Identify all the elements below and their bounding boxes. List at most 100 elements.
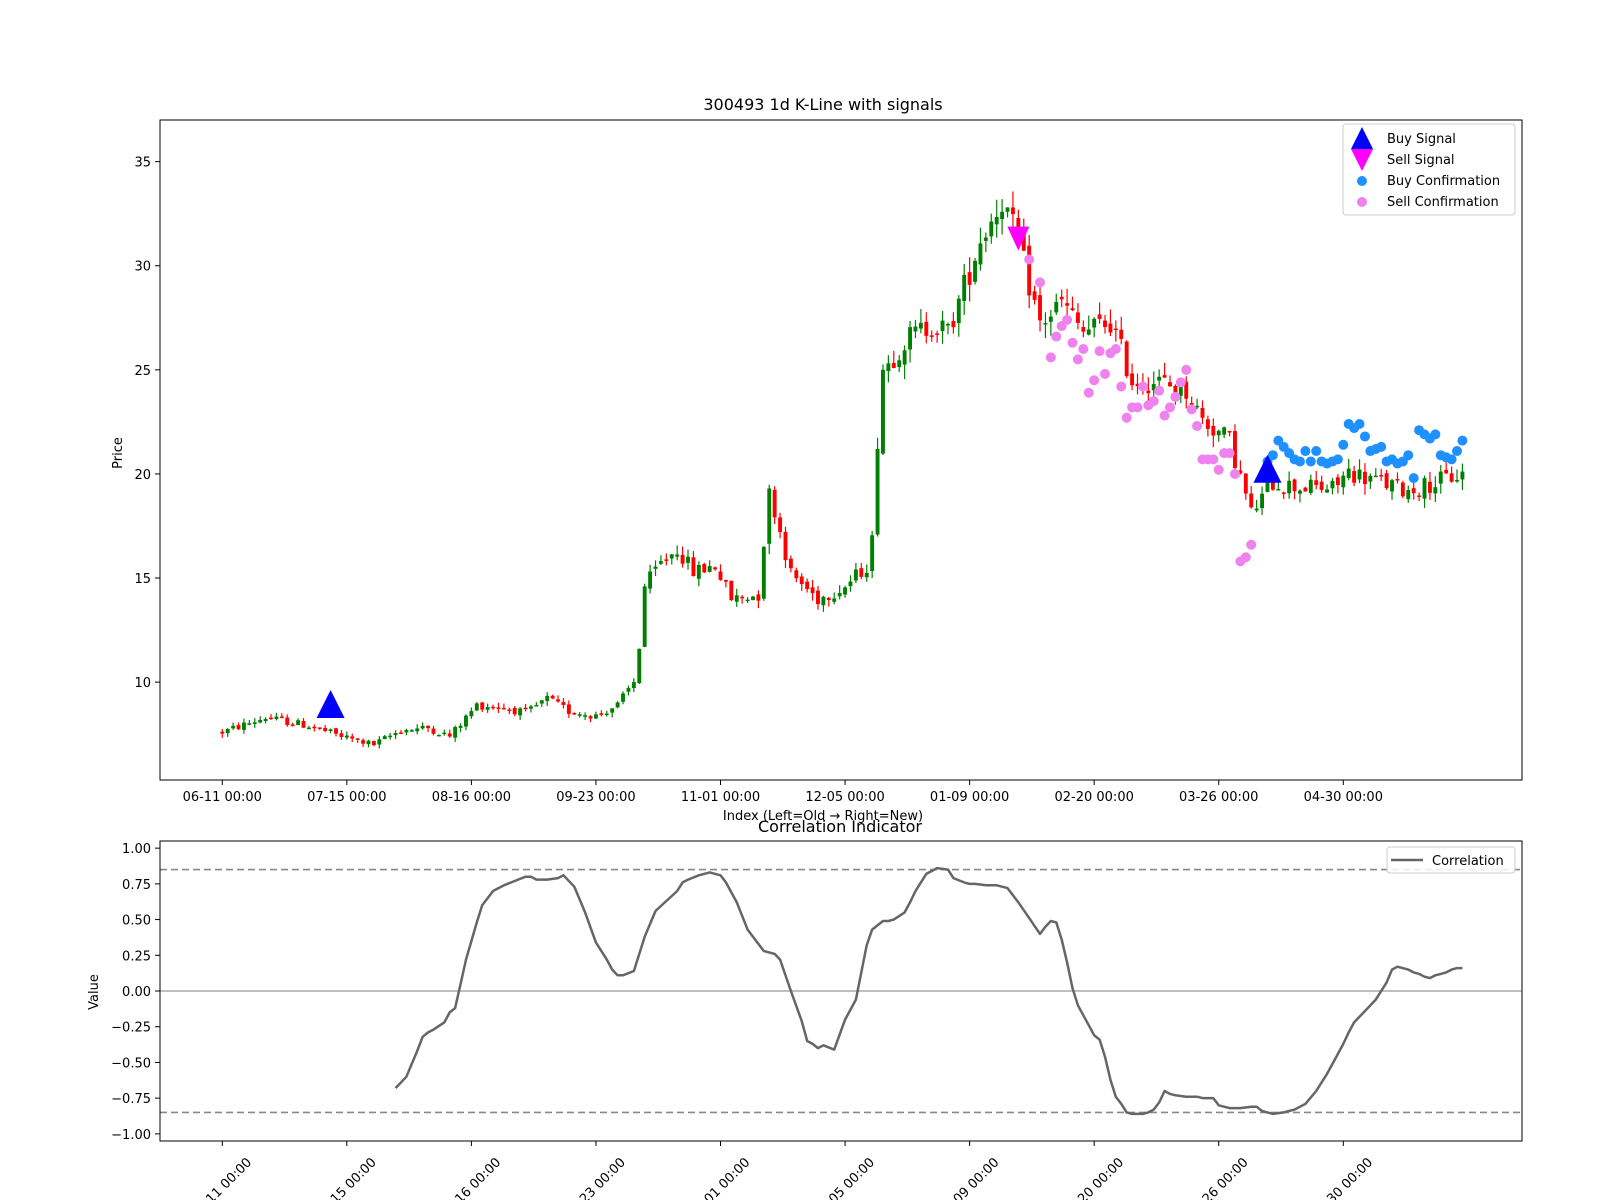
candle-body — [561, 701, 566, 706]
candle-body — [626, 688, 631, 692]
candle-body — [734, 595, 739, 602]
candle-body — [323, 727, 328, 731]
candle-body — [1346, 468, 1351, 478]
sell-confirmation-point — [1170, 391, 1181, 402]
sell-confirmation-point — [1224, 448, 1235, 459]
candle-body — [767, 488, 772, 544]
legend-buy-confirmation-icon — [1357, 176, 1367, 186]
candle-body — [1438, 471, 1443, 484]
sell-confirmation-point — [1051, 331, 1062, 342]
candle-body — [1265, 482, 1270, 492]
candle-body — [1086, 329, 1091, 335]
candle-body — [1162, 375, 1167, 378]
candle-body — [1211, 425, 1216, 436]
candle-body — [534, 704, 539, 707]
candle-body — [1308, 479, 1313, 493]
candle-body — [225, 728, 230, 734]
candle-body — [344, 735, 349, 738]
kline-ytick-label: 10 — [134, 676, 151, 691]
candle-body — [1287, 480, 1292, 494]
kline-ytick-label: 15 — [134, 572, 151, 587]
candle-body — [843, 587, 848, 595]
candle-body — [263, 719, 268, 722]
candle-body — [1260, 493, 1265, 509]
candle-body — [279, 716, 284, 718]
candle-body — [908, 327, 912, 350]
candle-body — [220, 731, 225, 734]
candle-body — [339, 733, 344, 738]
sell-confirmation-point — [1083, 387, 1094, 398]
candle-body — [1124, 341, 1129, 377]
candle-body — [956, 298, 961, 324]
candle-body — [247, 723, 252, 725]
candle-body — [420, 725, 425, 729]
candle-body — [891, 363, 896, 368]
buy-confirmation-point — [1332, 454, 1343, 465]
candle-body — [962, 274, 967, 302]
candle-body — [550, 695, 555, 699]
candle-body — [631, 682, 636, 688]
buy-confirmation-point — [1305, 456, 1316, 467]
candle-body — [664, 559, 669, 561]
candle-body — [415, 728, 420, 732]
kline-xtick-label: 04-30 00:00 — [1304, 790, 1383, 805]
candle-body — [680, 554, 685, 564]
kline-xtick-label: 11-01 00:00 — [681, 790, 760, 805]
candle-body — [729, 580, 734, 601]
legend-correlation-label: Correlation — [1432, 854, 1504, 869]
buy-confirmation-point — [1408, 473, 1419, 484]
kline-xtick-label: 06-11 00:00 — [183, 790, 262, 805]
candle-body — [761, 546, 766, 599]
candle-body — [924, 321, 929, 336]
candle-body — [361, 740, 366, 744]
candle-body — [1314, 480, 1319, 485]
candle-body — [1270, 482, 1275, 490]
candle-body — [529, 706, 533, 709]
kline-xtick-label: 03-26 00:00 — [1179, 790, 1258, 805]
candle-body — [810, 587, 815, 594]
sell-confirmation-point — [1229, 468, 1240, 479]
candle-body — [745, 599, 750, 602]
candle-body — [1043, 323, 1048, 325]
candle-body — [1390, 480, 1394, 492]
corr-ytick-label: −0.75 — [111, 1092, 151, 1107]
buy-confirmation-point — [1354, 418, 1365, 429]
candle-body — [1130, 373, 1135, 386]
candle-body — [772, 489, 777, 518]
candle-body — [718, 571, 723, 580]
sell-confirmation-point — [1132, 402, 1143, 413]
candle-body — [1352, 471, 1357, 483]
candle-body — [756, 594, 761, 601]
candle-body — [1081, 327, 1086, 332]
candle-body — [1281, 492, 1286, 495]
candle-body — [474, 703, 479, 711]
sell-confirmation-point — [1062, 314, 1073, 325]
buy-confirmation-point — [1446, 454, 1457, 465]
candle-body — [1363, 471, 1367, 485]
corr-legend: Correlation — [1386, 846, 1516, 874]
legend-sell-signal-label: Sell Signal — [1387, 153, 1455, 168]
candle-body — [653, 566, 658, 569]
candle-body — [1292, 479, 1297, 492]
candle-body — [1411, 488, 1416, 494]
sell-confirmation-point — [1159, 410, 1170, 421]
candle-body — [274, 716, 279, 720]
buy-confirmation-point — [1359, 431, 1370, 442]
buy-confirmation-point — [1376, 441, 1387, 452]
candle-body — [897, 360, 902, 368]
candle-body — [518, 708, 523, 716]
candle-body — [686, 556, 690, 563]
candle-body — [940, 320, 945, 332]
candle-body — [577, 714, 582, 716]
candle-body — [1038, 295, 1042, 321]
candle-body — [816, 590, 820, 605]
candle-body — [377, 739, 382, 745]
kline-title: 300493 1d K-Line with signals — [703, 95, 942, 114]
candle-body — [946, 324, 950, 326]
candle-body — [1276, 488, 1281, 491]
corr-ytick-label: 1.00 — [122, 842, 151, 857]
candle-body — [832, 598, 837, 602]
candle-body — [1357, 469, 1362, 480]
candle-body — [1092, 318, 1097, 328]
legend-sell-confirmation-label: Sell Confirmation — [1387, 195, 1499, 210]
